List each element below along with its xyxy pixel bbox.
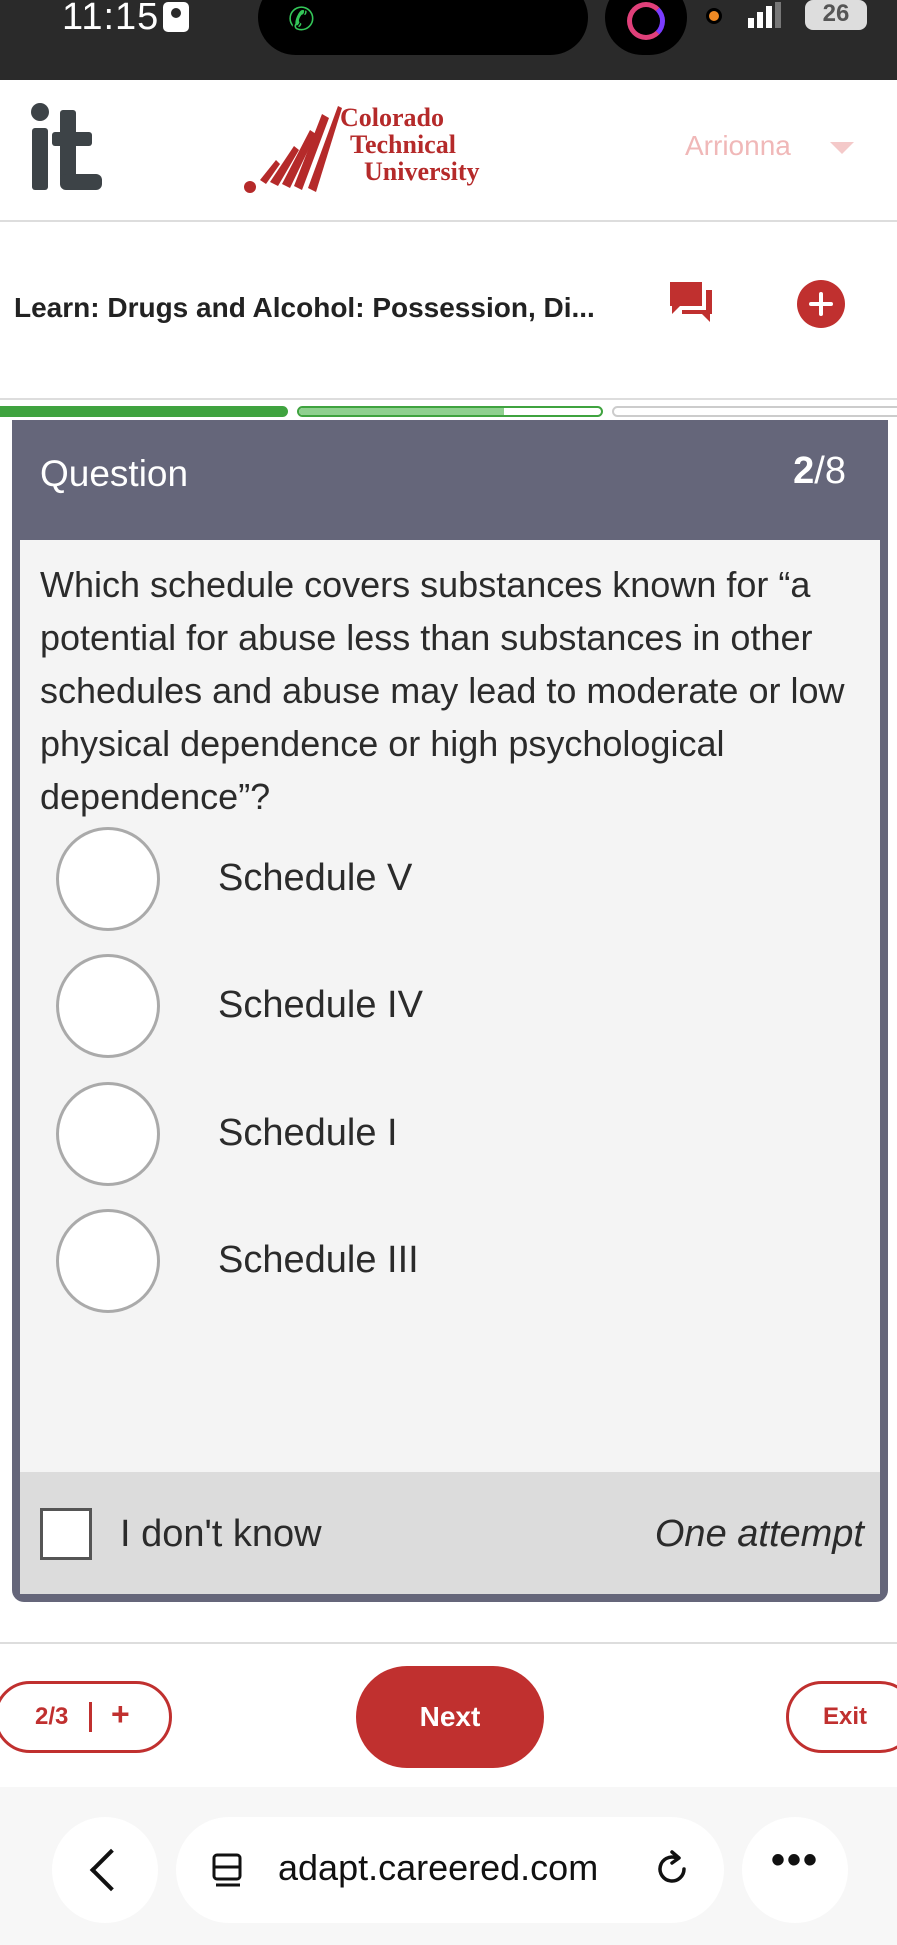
app-header: Colorado Technical University Arrionna bbox=[0, 80, 897, 222]
dont-know-checkbox[interactable] bbox=[40, 1508, 92, 1560]
it-logo[interactable] bbox=[30, 102, 105, 192]
question-label: Question bbox=[40, 453, 189, 494]
answer-option[interactable]: Schedule V bbox=[56, 827, 756, 933]
browser-toolbar: adapt.careered.com ••• bbox=[0, 1787, 897, 1945]
add-icon[interactable] bbox=[797, 280, 845, 328]
status-time: 11:15 bbox=[62, 0, 160, 38]
status-bar: 11:15 ✆ 26 bbox=[0, 0, 897, 80]
back-arrow-icon[interactable] bbox=[52, 1817, 158, 1923]
course-bar: Learn: Drugs and Alcohol: Possession, Di… bbox=[0, 224, 897, 400]
progress-segment-fill bbox=[299, 408, 505, 415]
contact-badge-icon bbox=[163, 2, 189, 32]
question-footer: I don't know One attempt bbox=[20, 1472, 880, 1594]
radio-button[interactable] bbox=[56, 827, 160, 931]
question-total: /8 bbox=[814, 450, 846, 492]
pager-count: 2/3 bbox=[35, 1703, 69, 1730]
university-line-3: University bbox=[364, 157, 480, 186]
address-bar[interactable]: adapt.careered.com bbox=[176, 1817, 724, 1923]
url-text[interactable]: adapt.careered.com bbox=[278, 1847, 598, 1889]
question-card: Question 2/8 Which schedule covers subst… bbox=[12, 420, 888, 1602]
question-counter: 2/8 bbox=[793, 450, 846, 493]
dont-know-label[interactable]: I don't know bbox=[120, 1513, 322, 1556]
next-button[interactable]: Next bbox=[356, 1666, 544, 1768]
chevron-down-icon[interactable] bbox=[830, 142, 854, 154]
answer-option[interactable]: Schedule III bbox=[56, 1209, 756, 1315]
plus-icon[interactable]: + bbox=[111, 1696, 130, 1733]
question-body: Which schedule covers substances known f… bbox=[20, 540, 880, 1472]
question-pager-button[interactable]: 2/3 + bbox=[0, 1681, 172, 1753]
pager-divider bbox=[89, 1702, 92, 1732]
reload-icon[interactable] bbox=[652, 1849, 692, 1889]
attempt-info: One attempt bbox=[654, 1513, 864, 1555]
progress-segment-complete bbox=[0, 406, 288, 417]
course-title: Learn: Drugs and Alcohol: Possession, Di… bbox=[14, 292, 595, 323]
battery-icon: 26 bbox=[805, 0, 867, 30]
radio-button[interactable] bbox=[56, 1209, 160, 1313]
university-line-2: Technical bbox=[350, 130, 456, 159]
phone-call-icon[interactable]: ✆ bbox=[288, 0, 315, 38]
answer-option[interactable]: Schedule I bbox=[56, 1082, 756, 1188]
signal-icon bbox=[748, 2, 784, 28]
more-options-icon[interactable]: ••• bbox=[742, 1817, 848, 1923]
exit-button[interactable]: Exit bbox=[786, 1681, 897, 1753]
app-activity-icon[interactable] bbox=[605, 0, 687, 55]
university-line-1: Colorado bbox=[340, 103, 444, 132]
answer-option-label: Schedule I bbox=[218, 1112, 398, 1154]
user-menu-name[interactable]: Arrionna bbox=[685, 130, 791, 162]
question-current: 2 bbox=[793, 450, 815, 492]
answer-option-label: Schedule V bbox=[218, 857, 413, 899]
progress-segment-upcoming bbox=[612, 406, 897, 417]
lesson-progress bbox=[0, 398, 897, 418]
answer-option[interactable]: Schedule IV bbox=[56, 954, 756, 1060]
page-settings-icon[interactable] bbox=[212, 1853, 244, 1889]
progress-segment-current bbox=[297, 406, 603, 417]
university-name: Colorado Technical University bbox=[340, 104, 480, 185]
question-text: Which schedule covers substances known f… bbox=[40, 564, 845, 817]
chat-icon[interactable] bbox=[668, 280, 714, 322]
recording-indicator-icon bbox=[706, 8, 722, 24]
university-logo-mark-icon bbox=[244, 106, 342, 193]
university-logo[interactable]: Colorado Technical University bbox=[242, 102, 542, 202]
radio-button[interactable] bbox=[56, 954, 160, 1058]
action-bar: 2/3 + Next Exit bbox=[0, 1642, 897, 1787]
radio-button[interactable] bbox=[56, 1082, 160, 1186]
answer-option-label: Schedule IV bbox=[218, 984, 423, 1026]
answer-option-label: Schedule III bbox=[218, 1239, 419, 1281]
